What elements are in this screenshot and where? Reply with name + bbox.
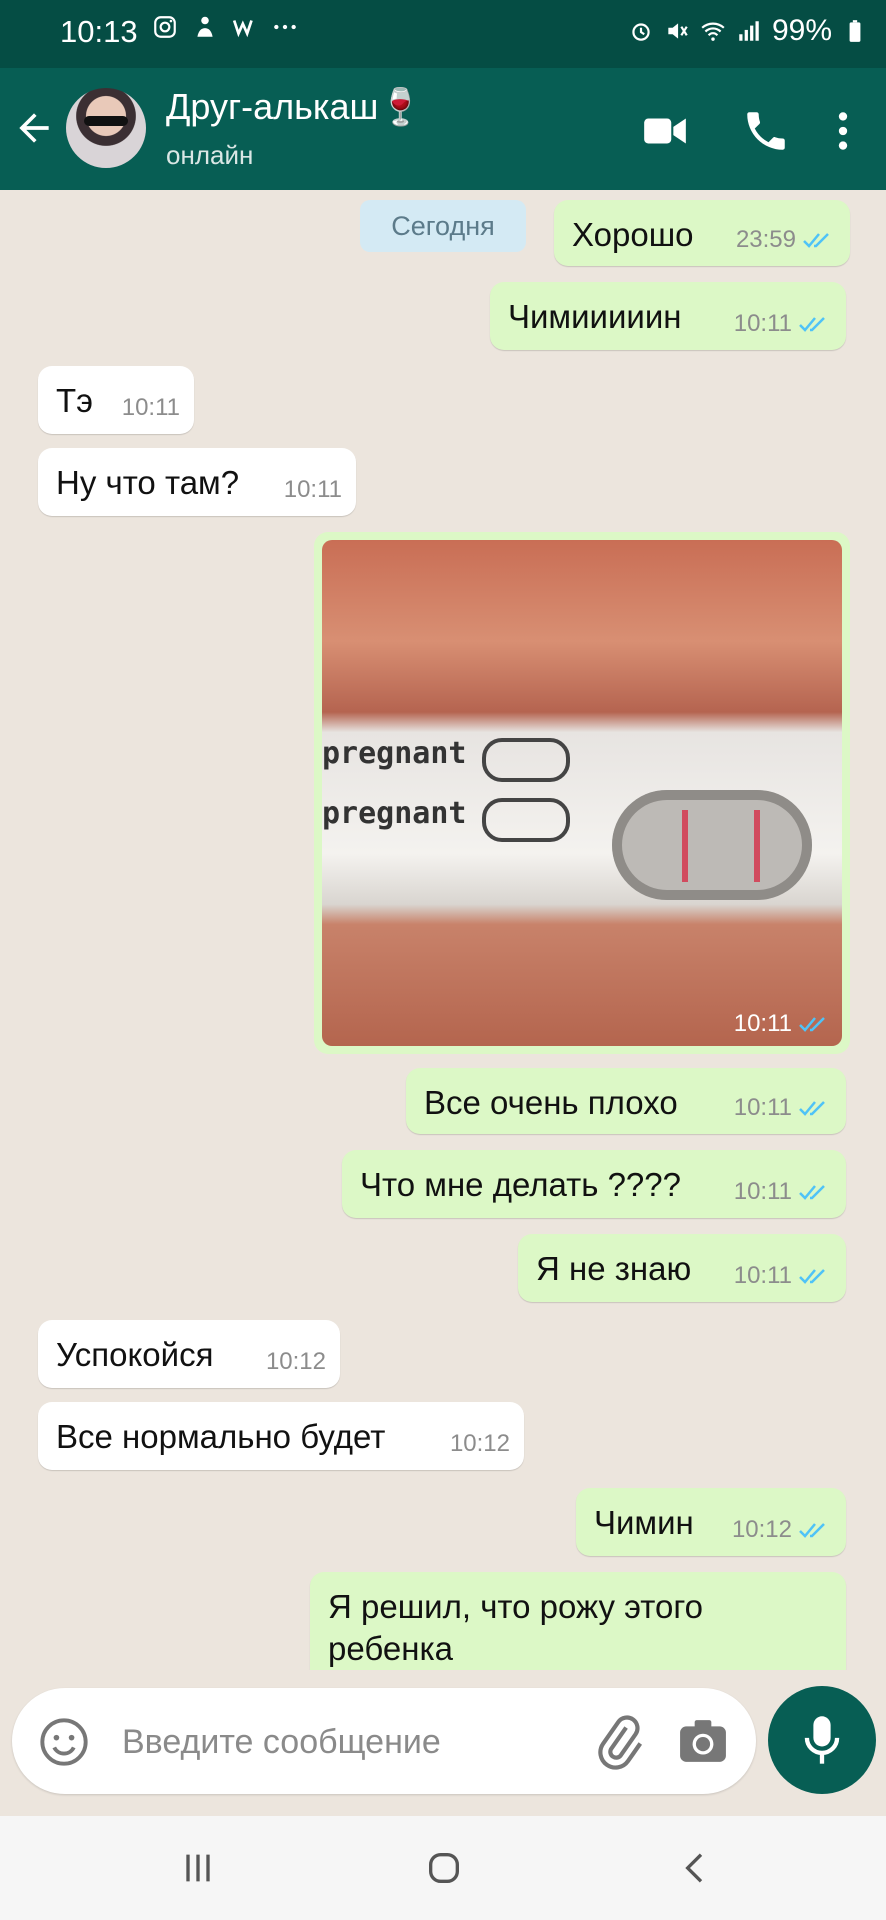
double-check-icon (799, 1269, 825, 1284)
message-text: Все нормально будет (56, 1418, 386, 1455)
recent-apps-icon[interactable] (178, 1848, 218, 1888)
more-vert-icon[interactable] (818, 106, 868, 156)
message-text: Хорошо (572, 216, 694, 253)
message-composer (12, 1688, 756, 1794)
video-call-icon[interactable] (640, 106, 690, 156)
system-nav-bar (0, 1816, 886, 1920)
home-icon[interactable] (424, 1848, 464, 1888)
message-time: 10:11 (733, 1262, 792, 1289)
image-text: pregnant (322, 736, 467, 771)
message-bubble-in[interactable]: Успокойся 10:12 (38, 1320, 340, 1388)
message-time: 10:12 (265, 1348, 326, 1375)
camera-icon[interactable] (678, 1718, 728, 1764)
message-text: Я решил, что рожу этого (328, 1588, 703, 1625)
image-text: pregnant (322, 796, 467, 831)
double-check-icon (799, 1017, 825, 1032)
message-text: Чимииииин (508, 298, 682, 335)
message-bubble-out[interactable]: Все очень плохо 10:11 (406, 1068, 846, 1134)
contact-status: онлайн (166, 140, 254, 170)
message-text: Что мне делать ???? (360, 1166, 681, 1203)
phone-icon[interactable] (741, 106, 791, 156)
battery-percent: 99% (771, 14, 832, 47)
message-time: 10:11 (733, 1094, 792, 1121)
wifi-icon (701, 22, 725, 41)
message-text: Ну что там? (56, 464, 240, 501)
mic-button[interactable] (768, 1686, 876, 1794)
signal-icon (739, 21, 759, 41)
double-check-icon (799, 1185, 825, 1200)
message-time: 10:11 (283, 476, 342, 503)
message-text: Тэ (56, 382, 93, 419)
instagram-icon (154, 16, 176, 38)
message-text: Все очень плохо (424, 1084, 678, 1121)
chat-header: Друг-алькаш🍷 онлайн (0, 68, 886, 190)
double-check-icon (803, 233, 829, 248)
more-dots-icon (274, 24, 296, 30)
message-text: Чимин (594, 1504, 694, 1541)
double-check-icon (799, 317, 825, 332)
chat-area[interactable]: Сегодня Хорошо 23:59 Чимииииин 10:11 Тэ … (0, 190, 886, 1670)
message-bubble-in[interactable]: Ну что там? 10:11 (38, 448, 356, 516)
message-text: Я не знаю (536, 1250, 692, 1287)
message-time: 10:11 (121, 394, 180, 421)
attach-icon[interactable] (590, 1714, 646, 1770)
w-app-icon (232, 20, 253, 38)
pregnancy-test-photo[interactable]: pregnant pregnant 10:11 (322, 540, 842, 1046)
avatar[interactable] (66, 88, 146, 168)
message-bubble-out[interactable]: Чимииииин 10:11 (490, 282, 846, 350)
mute-icon (668, 23, 688, 39)
app-icon (197, 16, 213, 37)
arrow-left-icon[interactable] (12, 106, 56, 150)
status-bar: 10:13 99% (0, 0, 886, 68)
message-bubble-in[interactable]: Тэ 10:11 (38, 366, 194, 434)
message-bubble-out[interactable]: Я не знаю 10:11 (518, 1234, 846, 1302)
contact-name[interactable]: Друг-алькаш🍷 (166, 86, 423, 128)
message-text: ребенка (328, 1630, 453, 1667)
message-bubble-in[interactable]: Все нормально будет 10:12 (38, 1402, 524, 1470)
status-time: 10:13 (60, 14, 138, 49)
message-time: 10:12 (731, 1516, 792, 1543)
message-bubble-out[interactable]: Я решил, что рожу этого ребенка (310, 1572, 846, 1670)
battery-icon (849, 20, 861, 42)
message-bubble-out[interactable]: Хорошо 23:59 (554, 200, 850, 266)
back-nav-icon[interactable] (676, 1848, 716, 1888)
message-time: 23:59 (735, 226, 796, 253)
message-time: 10:11 (733, 1178, 792, 1205)
date-label: Сегодня (360, 200, 526, 252)
double-check-icon (799, 1101, 825, 1116)
message-bubble-out[interactable]: Чимин 10:12 (576, 1488, 846, 1556)
message-time: 10:11 (733, 310, 792, 337)
message-bubble-out[interactable]: Что мне делать ???? 10:11 (342, 1150, 846, 1218)
emoji-icon[interactable] (38, 1716, 90, 1768)
message-text: Успокойся (56, 1336, 214, 1373)
message-time: 10:11 (733, 1010, 792, 1037)
alarm-icon (632, 23, 650, 41)
double-check-icon (799, 1523, 825, 1538)
message-time: 10:12 (449, 1430, 510, 1457)
image-message[interactable]: pregnant pregnant 10:11 (314, 532, 850, 1054)
mic-icon (804, 1716, 840, 1764)
message-input[interactable] (120, 1714, 564, 1770)
